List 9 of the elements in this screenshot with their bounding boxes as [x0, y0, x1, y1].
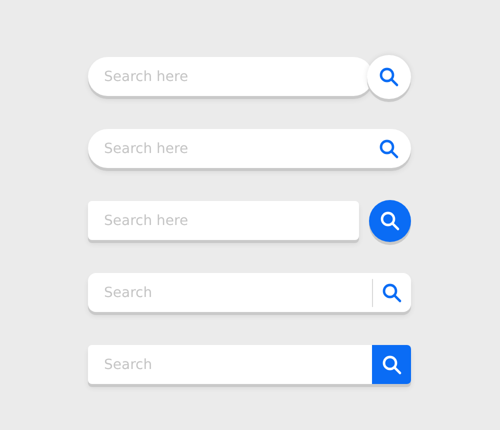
search-button[interactable]	[372, 345, 411, 384]
search-icon	[379, 66, 399, 86]
search-icon	[379, 138, 399, 158]
search-field[interactable]: Search here	[88, 201, 359, 240]
search-button[interactable]	[367, 54, 411, 98]
search-icon	[380, 210, 400, 230]
search-button[interactable]	[369, 200, 411, 242]
search-icon	[382, 282, 402, 302]
search-icon	[382, 354, 402, 374]
